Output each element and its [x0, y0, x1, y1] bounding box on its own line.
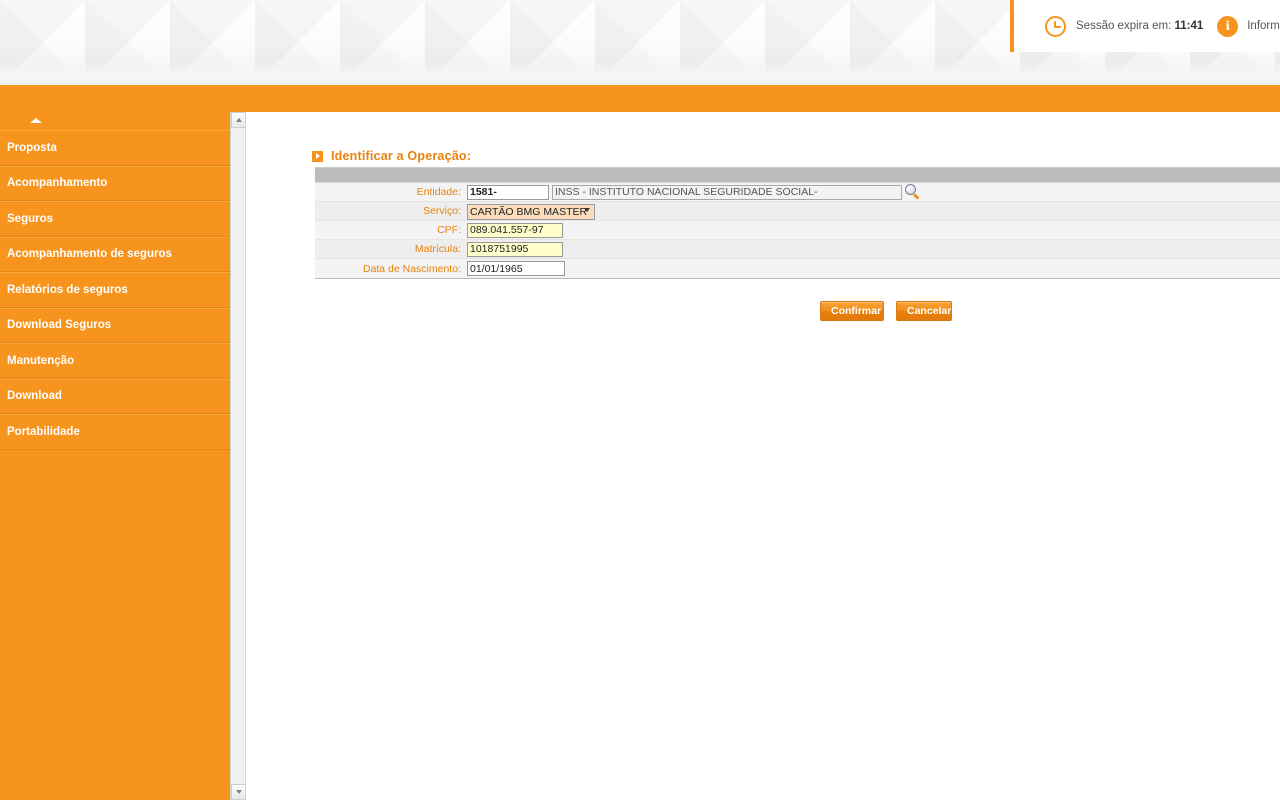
clock-icon [1045, 15, 1066, 37]
matricula-label: Matrícula: [414, 243, 461, 255]
identify-operation-form: Entidade: Serviço: CARTÃO BMG MASTER [315, 167, 1280, 279]
cancel-button[interactable]: Cancelar [896, 301, 952, 321]
session-info-panel: Sessão expira em: 11:41 i Informações [1010, 0, 1280, 52]
scroll-down-button[interactable] [231, 784, 246, 800]
sidebar-item-label: Download Seguros [7, 319, 112, 332]
field-row-cpf: CPF: [315, 221, 1280, 240]
sidebar-item-label: Proposta [7, 141, 57, 154]
sidebar-item-label: Manutenção [7, 354, 75, 367]
sidebar-item-label: Seguros [7, 212, 54, 225]
field-row-data-nascimento: Data de Nascimento: [315, 259, 1280, 278]
page-title: Identificar a Operação: [312, 149, 471, 163]
sidebar-item-label: Download [7, 390, 62, 403]
data-nascimento-label: Data de Nascimento: [362, 262, 461, 275]
sidebar-item-proposta[interactable]: Proposta [0, 130, 230, 166]
sidebar-item-download[interactable]: Download [0, 378, 230, 414]
chevron-down-icon [235, 790, 242, 794]
servico-select-wrap: CARTÃO BMG MASTER [467, 202, 595, 220]
session-expiry-text: Sessão expira em: 11:41 [1076, 20, 1203, 32]
sidebar-item-download-seguros[interactable]: Download Seguros [0, 307, 230, 343]
sidebar-collapse-toggle[interactable] [0, 112, 230, 130]
session-expiry-label: Sessão expira em: [1076, 20, 1172, 32]
sidebar-item-relatorios-de-seguros[interactable]: Relatórios de seguros [0, 272, 230, 308]
servico-select[interactable]: CARTÃO BMG MASTER [467, 204, 595, 220]
scroll-up-button[interactable] [231, 112, 246, 128]
info-icon[interactable]: i [1217, 15, 1239, 37]
content-vertical-scrollbar[interactable] [230, 112, 246, 800]
matricula-input[interactable] [467, 241, 563, 257]
servico-label: Serviço: [423, 205, 461, 217]
sidebar-item-label: Acompanhamento [7, 177, 108, 190]
sidebar-item-label: Relatórios de seguros [7, 283, 128, 296]
orange-accent-bar [0, 85, 1280, 112]
sidebar-item-acompanhamento-de-seguros[interactable]: Acompanhamento de seguros [0, 236, 230, 272]
data-nascimento-input[interactable] [467, 261, 565, 276]
cpf-label: CPF: [437, 224, 461, 236]
sidebar-item-acompanhamento[interactable]: Acompanhamento [0, 165, 230, 201]
form-actions: Confirmar Cancelar [820, 301, 952, 321]
magnifier-handle [913, 193, 920, 200]
sidebar-item-manutencao[interactable]: Manutenção [0, 343, 230, 379]
chevron-up-icon [235, 118, 242, 122]
field-row-servico: Serviço: CARTÃO BMG MASTER [315, 202, 1280, 221]
caret-up-icon [30, 118, 42, 123]
cpf-input[interactable] [467, 222, 563, 238]
info-link-label[interactable]: Informações [1247, 20, 1280, 32]
magnifier-icon[interactable] [905, 184, 921, 200]
sidebar-item-seguros[interactable]: Seguros [0, 201, 230, 237]
confirm-button[interactable]: Confirmar [820, 301, 884, 321]
field-row-entidade: Entidade: [315, 183, 1280, 202]
sidebar-item-portabilidade[interactable]: Portabilidade [0, 414, 230, 450]
entidade-label: Entidade: [416, 186, 461, 198]
entidade-name-input[interactable] [552, 184, 902, 200]
sidebar-item-label: Portabilidade [7, 425, 80, 438]
sidebar-item-label: Acompanhamento de seguros [7, 248, 172, 261]
entidade-code-input[interactable] [467, 184, 549, 200]
page-title-text: Identificar a Operação: [331, 149, 472, 163]
session-expiry-time: 11:41 [1174, 20, 1204, 32]
main-content: Identificar a Operação: Entidade: Serviç… [247, 112, 1280, 800]
field-row-matricula: Matrícula: [315, 240, 1280, 259]
section-marker-icon [312, 150, 323, 162]
sidebar-nav: Proposta Acompanhamento Seguros Acompanh… [0, 112, 230, 800]
form-table-header-bar [315, 168, 1280, 183]
